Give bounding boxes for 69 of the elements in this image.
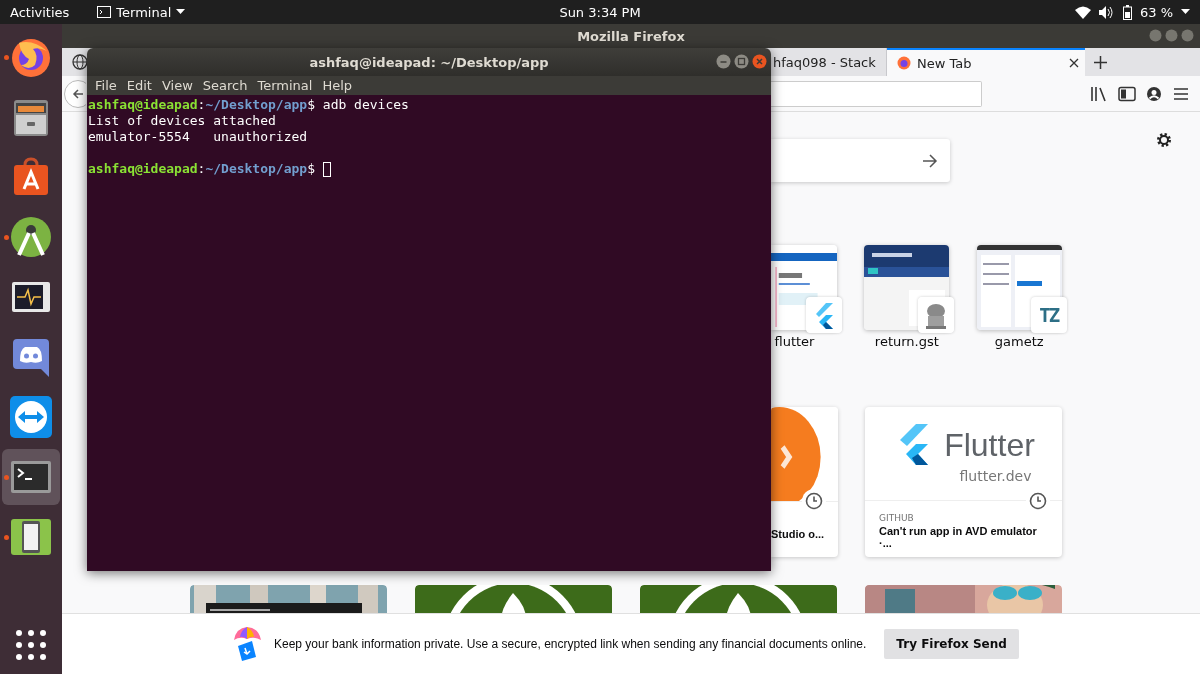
menu-item[interactable]: Help (317, 78, 358, 93)
umbrella-icon (232, 626, 262, 662)
flutter-logo-icon (805, 297, 842, 333)
caret-icon (176, 9, 186, 15)
menu-item[interactable]: Edit (121, 78, 157, 93)
menu-item[interactable]: File (90, 78, 122, 93)
globe-icon[interactable] (72, 54, 88, 70)
terminal-line: emulator-5554 unauthorized (88, 129, 308, 145)
battery-icon[interactable] (1122, 4, 1132, 20)
maximize-button[interactable] (734, 54, 749, 69)
running-dot (4, 475, 9, 480)
arrow-icon[interactable] (922, 153, 938, 168)
card-source: GITHUB (879, 513, 915, 523)
menu-icon[interactable] (1172, 85, 1190, 102)
close-button[interactable] (752, 54, 767, 69)
card-title: Can't run app in AVD emulator ·... (879, 525, 1038, 549)
try-send-button[interactable]: Try Firefox Send (884, 629, 1019, 659)
battery-percentage: 63 % (1139, 4, 1173, 20)
back-icon (72, 87, 84, 100)
clock-icon (805, 492, 823, 510)
window-title: Mozilla Firefox (577, 28, 685, 44)
terminal-line: List of devices attached (88, 113, 276, 129)
highlight-card[interactable]: Flutter flutter.dev GITHUB Can't run app in AVD emulator ·... (865, 407, 1062, 557)
menu-item[interactable]: View (156, 78, 198, 93)
maximize-button[interactable] (1165, 29, 1178, 42)
top-site-label: return.gst (874, 334, 939, 349)
activities-button[interactable]: Activities (10, 4, 70, 20)
sidebar-icon[interactable] (1118, 85, 1136, 102)
firefox-icon (897, 56, 911, 70)
back-button[interactable] (64, 79, 86, 108)
volume-icon[interactable] (1098, 5, 1115, 19)
app-grid-icon[interactable] (16, 630, 46, 660)
menu-item[interactable]: Terminal (252, 78, 318, 93)
terminal-line: ashfaq@ideapad:~/Desktop/app$ (88, 161, 331, 177)
terminal-icon (97, 6, 112, 18)
close-button[interactable] (1181, 29, 1194, 42)
new-tab-icon[interactable] (1093, 55, 1107, 69)
preview-title: Flutter (944, 427, 1035, 464)
highlight-card[interactable]: Studio o... (771, 407, 838, 557)
compass-icon (9, 215, 53, 259)
clock[interactable]: Sun 3:34 PM (559, 4, 641, 20)
app-menu[interactable]: Terminal (97, 4, 186, 20)
preview-url: flutter.dev (959, 467, 1032, 484)
running-dot (4, 55, 9, 60)
menu-item[interactable]: Search (197, 78, 253, 93)
card-title: Studio o... (771, 528, 826, 540)
search-field[interactable] (771, 139, 950, 182)
running-dot (4, 235, 9, 240)
emblem-icon (918, 297, 955, 333)
snippet-text: Keep your bank information private. Use a secure, encrypted link when sending any financial documents online. (274, 637, 867, 651)
minimize-button[interactable] (716, 54, 731, 69)
terminal-line: ashfaq@ideapad:~/Desktop/app$ adb devices (88, 97, 409, 113)
clock-icon (1029, 492, 1047, 510)
top-site-label: flutter (774, 334, 815, 349)
close-icon[interactable] (1069, 58, 1079, 68)
top-site-label: gametz (994, 334, 1044, 349)
account-icon[interactable] (1146, 85, 1162, 102)
site-logo: TZ (1030, 297, 1067, 333)
library-icon[interactable] (1090, 85, 1108, 102)
address-field[interactable] (771, 80, 982, 107)
window-title: ashfaq@ideapad: ~/Desktop/app (309, 54, 549, 70)
wifi-icon[interactable] (1074, 5, 1091, 19)
browser-tab[interactable]: New Tab (887, 48, 1085, 76)
caret-icon[interactable] (1181, 9, 1190, 15)
settings-icon[interactable] (1156, 132, 1172, 148)
tab-label: New Tab (917, 55, 973, 71)
tab-label: hfaq098 - Stack (773, 54, 876, 70)
running-dot (4, 535, 9, 540)
minimize-button[interactable] (1149, 29, 1162, 42)
